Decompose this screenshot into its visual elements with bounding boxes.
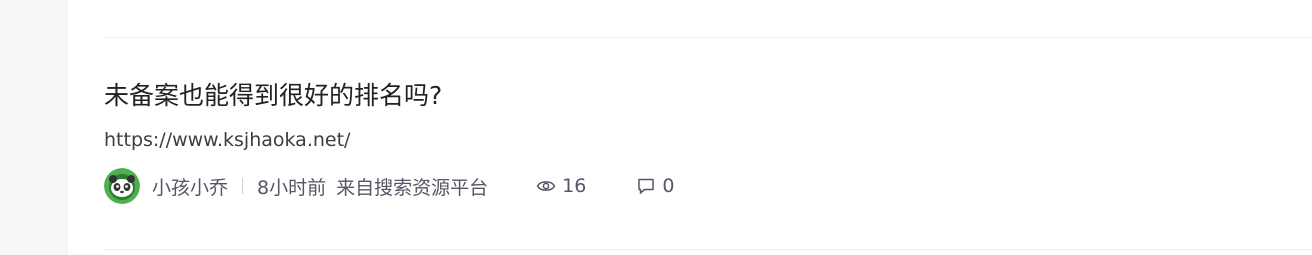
comments-count: 0 [662, 175, 675, 197]
post-time: 8小时前 [257, 176, 327, 199]
views-count: 16 [562, 175, 587, 197]
author-name[interactable]: 小孩小乔 [152, 173, 228, 200]
post-meta: 小孩小乔 8小时前 来自搜索资源平台 16 0 [104, 168, 1312, 204]
avatar[interactable] [104, 168, 140, 204]
comment-icon [638, 178, 655, 194]
post-source[interactable]: 来自搜索资源平台 [336, 173, 488, 200]
eye-icon [536, 181, 556, 191]
post-excerpt: https://www.ksjhaoka.net/ [104, 129, 351, 151]
post-item: 未备案也能得到很好的排名吗? https://www.ksjhaoka.net/… [104, 76, 1312, 204]
divider-top [104, 37, 1312, 38]
panda-avatar-icon [104, 168, 140, 204]
left-rail [0, 0, 68, 255]
views-stat[interactable]: 16 [536, 175, 586, 197]
post-title[interactable]: 未备案也能得到很好的排名吗? [104, 76, 1312, 116]
divider-bottom [104, 249, 1312, 250]
comments-stat[interactable]: 0 [636, 175, 674, 197]
page: 未备案也能得到很好的排名吗? https://www.ksjhaoka.net/… [0, 0, 1312, 255]
meta-separator [242, 178, 244, 194]
